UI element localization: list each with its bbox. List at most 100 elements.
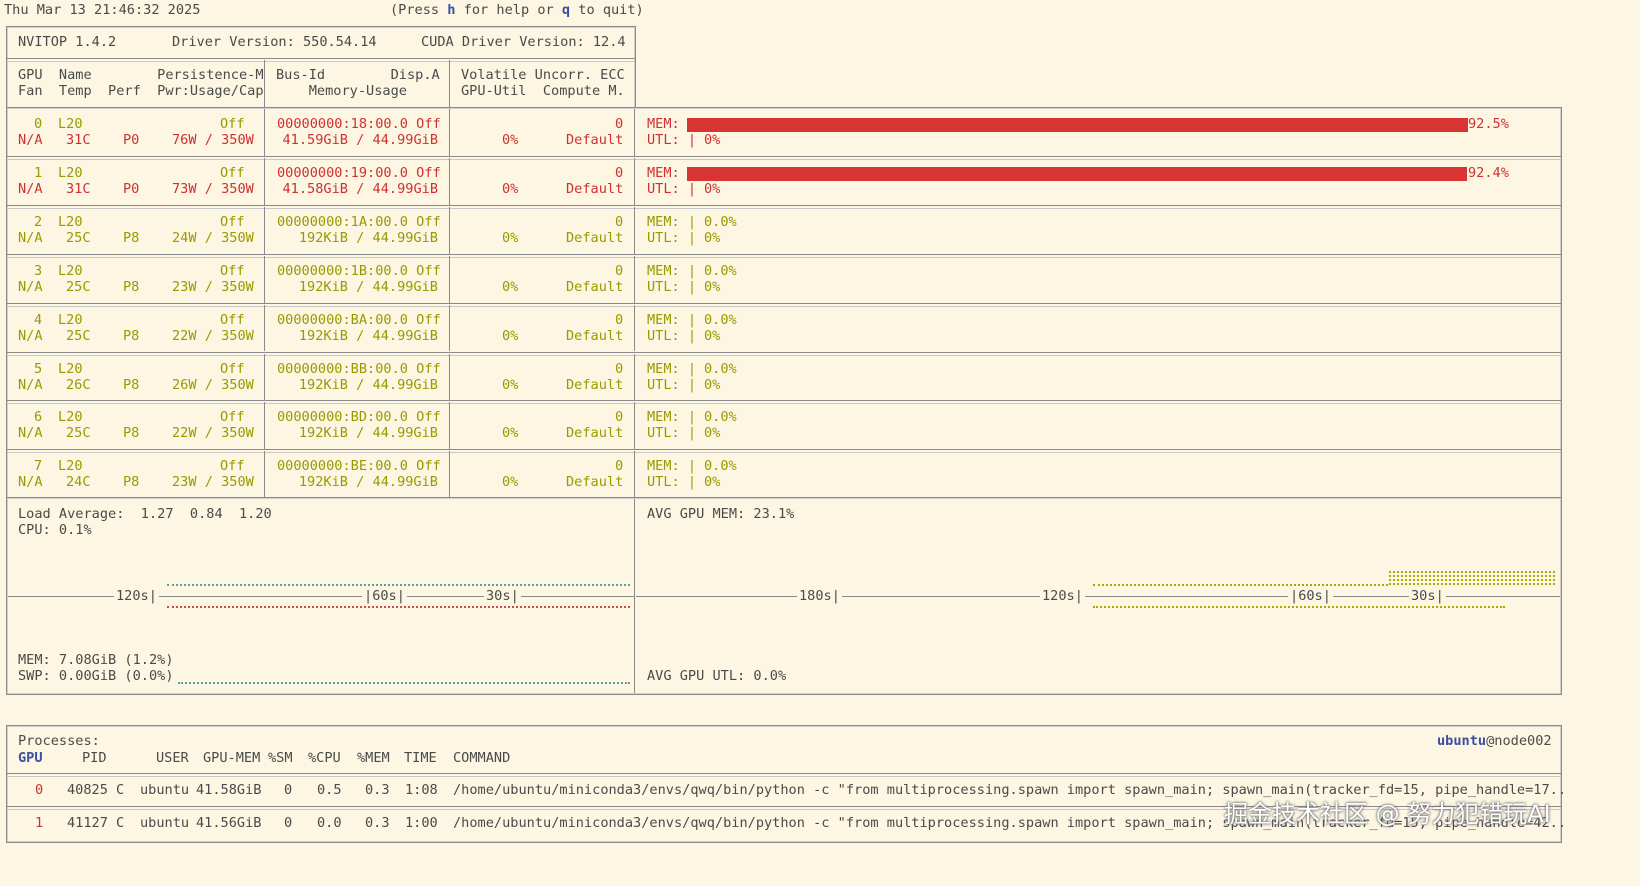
host-tick-120s: 120s| [114,588,159,605]
gpu-temp: 26C [66,376,91,393]
gpu-persistence: Off [220,458,245,475]
gpu-index[interactable]: 7 [34,458,42,475]
process-gpu-mem: 41.56GiB [196,815,262,831]
process-gpu: 1 [35,815,44,831]
gpu-perf: P0 [123,180,140,197]
gpu-compute-mode: Default [566,180,624,197]
host-mem: MEM: 7.08GiB (1.2%) [18,652,174,668]
load-average: Load Average: 1.27 0.84 1.20 [18,506,272,522]
gpu-util: 0% [502,180,519,197]
process-time: 1:00 [405,815,438,831]
process-cpu: 0.5 [317,782,342,798]
process-header-cpu: %CPU [308,750,341,766]
gpu-ecc: 0 [615,458,624,475]
gpu-memory-usage: 192KiB / 44.99GiB [298,327,438,344]
gpu-persistence: Off [220,164,245,181]
col-divider [634,255,635,303]
gpu-memory-usage: 192KiB / 44.99GiB [298,229,438,246]
gpu-compute-mode: Default [566,327,624,344]
gpu-bus-id: 00000000:19:00.0 Off [277,164,441,181]
process-sm: 0 [284,782,293,798]
gpu-power: 73W / 350W [172,180,254,197]
gpu-persistence: Off [220,311,245,328]
row-divider [7,302,1561,307]
gpu-name: L20 [58,311,83,328]
gpu-index[interactable]: 4 [34,312,42,329]
col-divider [634,157,635,205]
gpu-temp: 25C [66,425,91,442]
mem-history-line [167,606,630,610]
gpu-utl-percent: 0% [704,278,721,295]
gpu-index[interactable]: 2 [34,214,42,231]
gpu-index[interactable]: 3 [34,263,42,280]
gpu-utl-percent: 0% [704,474,721,491]
gpu-mem-percent: 92.4% [1468,164,1509,181]
gpu-utl-label: UTL: | [647,376,697,393]
gpu-memory-usage: 41.59GiB / 44.99GiB [282,132,439,148]
gpu-power: 76W / 350W [172,132,254,148]
col-divider [634,451,635,499]
gpu-perf: P8 [123,425,140,442]
gpu-name: L20 [58,116,83,132]
gpu-mem-percent: 0.0% [704,213,737,230]
quit-key[interactable]: q [562,2,570,18]
gpu-tick-30s: 30s| [1409,588,1446,605]
gpu-utl-history-line [1093,606,1505,610]
gpu-fan: N/A [18,278,43,295]
col-divider [449,304,450,352]
gpu-perf: P8 [123,474,140,491]
header-col2-row2: Memory-Usage [276,83,407,99]
col-divider [449,157,450,205]
col-divider [449,206,450,254]
gpu-mem-label: MEM: | [647,458,697,475]
header-col1-row2: Fan Temp Perf Pwr:Usage/Cap [18,83,264,99]
help-hint: (Press h for help or q to quit) [390,2,644,18]
processes-title: Processes: [18,733,100,749]
gpu-compute-mode: Default [566,425,624,442]
process-header-gpumem: GPU-MEM [203,750,261,766]
gpu-mem-percent: 92.5% [1468,116,1509,132]
process-header-mem: %MEM [357,750,390,766]
row-divider [7,400,1561,405]
gpu-index[interactable]: 5 [34,361,42,378]
avg-gpu-mem: AVG GPU MEM: 23.1% [647,506,795,522]
gpu-name: L20 [58,409,83,426]
gpu-fan: N/A [18,327,43,344]
process-header-command: COMMAND [453,750,511,766]
gpu-utl-label: UTL: | [647,180,697,197]
gpu-mem-percent: 0.0% [704,458,737,475]
host-tick-30s: 30s| [484,588,521,605]
gpu-index[interactable]: 6 [34,409,42,426]
gpu-perf: P0 [123,132,140,148]
gpu-bus-id: 00000000:BA:00.0 Off [277,311,441,328]
cpu-usage: CPU: 0.1% [18,522,92,538]
gpu-bus-id: 00000000:BE:00.0 Off [277,458,441,475]
process-gpu: 0 [35,782,44,798]
gpu-index[interactable]: 0 [34,116,42,133]
process-user: ubuntu [140,782,190,798]
col-divider [264,353,265,401]
gpu-utl-label: UTL: | [647,425,697,442]
col-divider [634,109,635,156]
process-header-gpu: GPU [18,750,43,766]
gpu-bus-id: 00000000:1A:00.0 Off [277,213,441,230]
gpu-temp: 31C [66,180,91,197]
host-swap: SWP: 0.00GiB (0.0%) [18,668,174,684]
gpu-memory-usage: 192KiB / 44.99GiB [298,425,438,442]
gpu-fan: N/A [18,229,43,246]
col-divider [264,206,265,254]
col-divider [264,255,265,303]
gpu-persistence: Off [220,360,245,377]
process-gpu-mem: 41.58GiB [196,782,262,798]
gpu-temp: 25C [66,278,91,295]
col-divider [634,206,635,254]
gpu-utl-label: UTL: | [647,229,697,246]
gpu-perf: P8 [123,327,140,344]
gpu-name: L20 [58,262,83,279]
process-user: ubuntu [140,815,190,831]
gpu-utl-label: UTL: | [647,132,697,148]
gpu-index[interactable]: 1 [34,165,42,182]
gpu-utl-percent: 0% [704,132,721,148]
gpu-mem-bar [687,166,1467,181]
host-tick-60s: |60s| [362,588,407,605]
